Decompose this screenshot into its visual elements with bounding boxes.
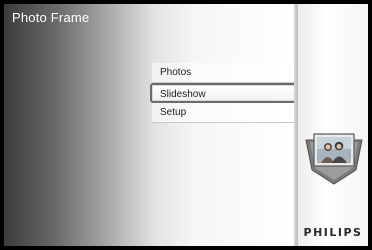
photo-frame-icon (302, 126, 366, 186)
main-menu: Photos Slideshow Setup (150, 63, 298, 123)
app-title: Photo Frame (12, 10, 90, 25)
brand-logo: PHILIPS (303, 226, 363, 239)
menu-item-slideshow[interactable]: Slideshow (150, 83, 298, 103)
menu-item-setup[interactable]: Setup (152, 103, 298, 123)
menu-item-photos[interactable]: Photos (152, 63, 298, 83)
photo-frame-screen: Photo Frame Photos Slideshow Setup PHILI… (0, 0, 372, 250)
sidebar-divider (294, 4, 298, 246)
sidebar: PHILIPS (294, 4, 368, 246)
main-panel: Photo Frame Photos Slideshow Setup (4, 4, 298, 246)
